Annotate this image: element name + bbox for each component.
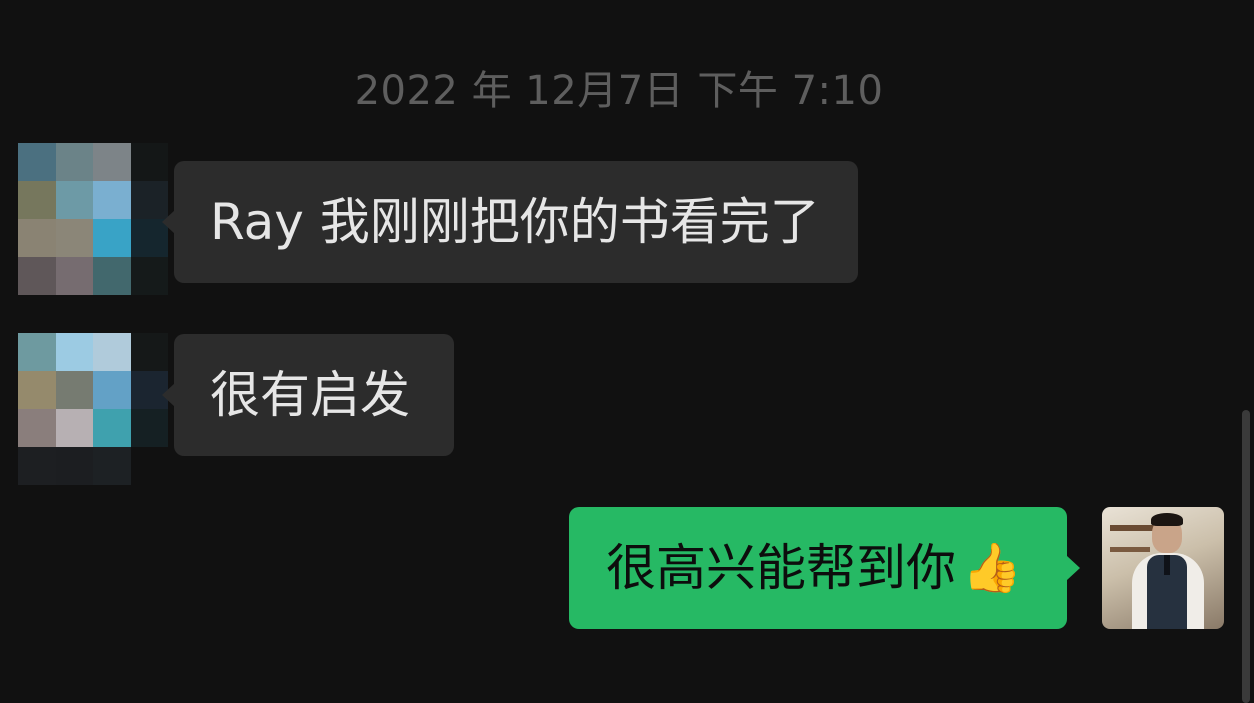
avatar-figure-hair xyxy=(1151,513,1183,526)
message-bubble-incoming[interactable]: 很有启发 xyxy=(162,334,454,456)
self-avatar[interactable] xyxy=(1102,507,1224,629)
sender-avatar[interactable] xyxy=(18,143,168,295)
sender-avatar[interactable] xyxy=(18,333,168,485)
message-bubble-incoming[interactable]: Ray 我刚刚把你的书看完了 xyxy=(162,161,858,283)
chat-window: 2022 年 12月7日 下午 7:10 Ray 我刚刚把你的书看完了 很有启发… xyxy=(0,0,1254,703)
message-text: Ray 我刚刚把你的书看完了 xyxy=(210,193,820,251)
message-text: 很有启发 xyxy=(210,366,410,424)
avatar-figure-tie xyxy=(1164,555,1170,575)
message-bubble-outgoing[interactable]: 很高兴能帮到你 👍 xyxy=(569,507,1080,629)
shelf-decoration xyxy=(1110,525,1154,531)
thumbs-up-icon: 👍 xyxy=(962,540,1022,596)
message-timestamp: 2022 年 12月7日 下午 7:10 xyxy=(354,68,884,114)
scrollbar[interactable] xyxy=(1242,410,1250,703)
message-text: 很高兴能帮到你 xyxy=(606,539,956,597)
shelf-decoration xyxy=(1110,547,1150,552)
